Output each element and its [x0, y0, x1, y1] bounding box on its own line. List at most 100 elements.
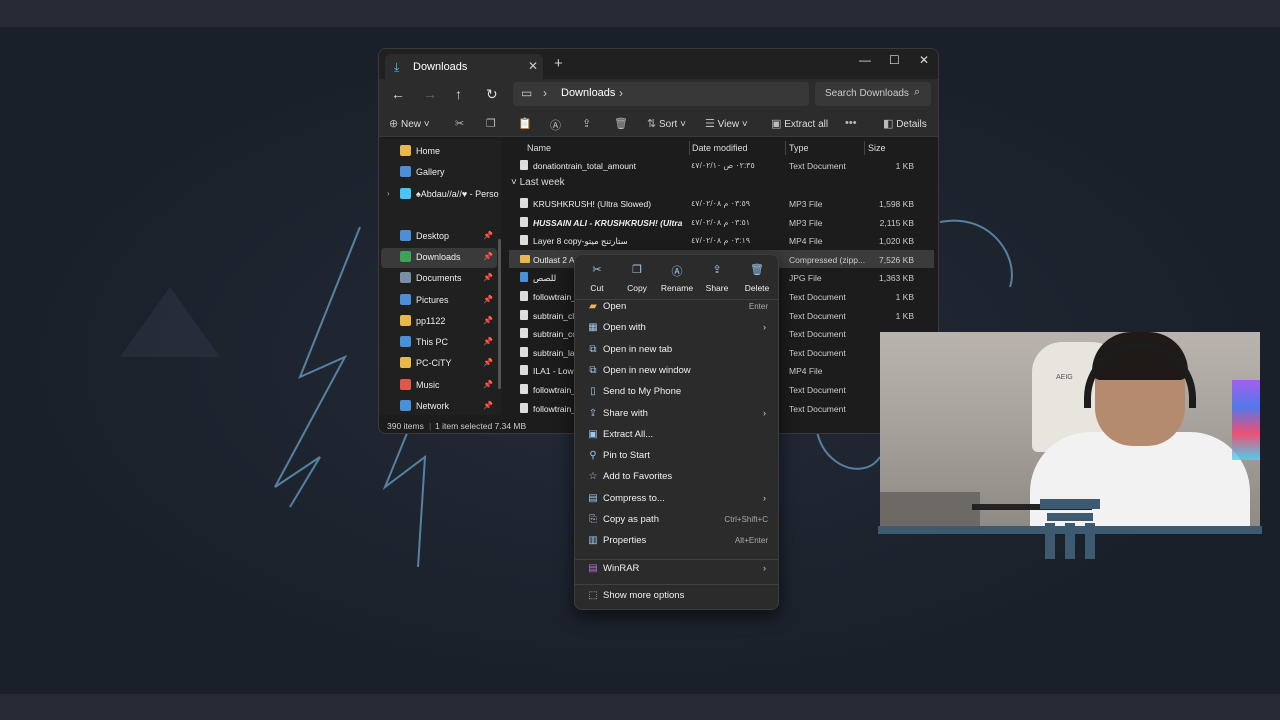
- download-icon: ⤓: [394, 60, 400, 74]
- sidebar-item[interactable]: › ♠Abdau//a//♥ - Perso: [381, 185, 499, 205]
- search-box[interactable]: Search Downloads ⌕: [815, 82, 931, 106]
- sidebar-item[interactable]: Music 📌: [381, 376, 497, 396]
- text-file-icon: [520, 160, 528, 170]
- tab-title: Downloads: [413, 61, 468, 73]
- copy-button[interactable]: ❐ Copy: [617, 263, 657, 299]
- plus-circle-icon: ⊕: [389, 118, 399, 130]
- ellipsis-icon: •••: [845, 117, 857, 129]
- close-window-button[interactable]: ✕: [919, 53, 929, 67]
- pin-icon[interactable]: 📌: [483, 337, 493, 346]
- compress-icon: ▤: [588, 492, 598, 504]
- sidebar-item[interactable]: Home: [381, 142, 497, 162]
- sidebar-item[interactable]: Network 📌: [381, 397, 497, 417]
- table-row[interactable]: Layer 8 copy-ستارتنج ميتو ٠٣:١٩ م ٤٧/٠٢/٠…: [509, 231, 934, 249]
- sidebar-item[interactable]: PC-CiTY 📌: [381, 354, 497, 374]
- maximize-button[interactable]: ☐: [889, 53, 900, 67]
- tab-downloads[interactable]: ⤓ Downloads ✕: [385, 54, 543, 80]
- column-separator[interactable]: [864, 141, 865, 155]
- delete-button[interactable]: 🗑 Delete: [737, 263, 777, 299]
- sidebar-item[interactable]: Downloads 📌: [381, 248, 497, 268]
- column-separator[interactable]: [785, 141, 786, 155]
- column-date[interactable]: Date modified: [692, 143, 748, 153]
- more-options-button[interactable]: •••: [845, 117, 857, 129]
- sidebar-scrollbar[interactable]: [498, 239, 501, 389]
- table-row[interactable]: HUSSAIN ALI - KRUSHKRUSH! (Ultra S... ٠٣:…: [509, 213, 934, 231]
- new-tab-button[interactable]: +: [554, 55, 563, 72]
- column-size[interactable]: Size: [868, 143, 886, 153]
- menu-item-label: Add to Favorites: [603, 471, 673, 483]
- new-button[interactable]: ⊕ New ˅: [389, 117, 430, 130]
- share-button[interactable]: ⇪ Share: [697, 263, 737, 299]
- menu-item-add-to-favorites[interactable]: ☆ Add to Favorites: [579, 467, 776, 488]
- forward-arrow-icon[interactable]: →: [423, 86, 437, 102]
- extract-all-button[interactable]: ▣ Extract all: [771, 117, 828, 130]
- pin-icon[interactable]: 📌: [483, 401, 493, 410]
- sidebar-item[interactable]: pp1122 📌: [381, 312, 497, 332]
- table-row[interactable]: donationtrain_total_amount ٠٢:٣٥ ص ٤٧/٠٢…: [509, 156, 934, 174]
- menu-item-pin-to-start[interactable]: ⚲ Pin to Start: [579, 446, 776, 467]
- sidebar-item[interactable]: This PC 📌: [381, 333, 497, 353]
- command-bar: ⊕ New ˅ ✂ ❐ 📋 Ⓐ ⇪ 🗑 ⇅ Sort ˅ ☰ View ˅ ▣ …: [379, 113, 938, 137]
- menu-item-extract-all[interactable]: ▣ Extract All...: [579, 425, 776, 446]
- chevron-right-icon: ›: [619, 86, 623, 100]
- menu-item-open-in-new-window[interactable]: ⧉ Open in new window: [579, 361, 776, 382]
- menu-item-send-to-my-phone[interactable]: ▯ Send to My Phone: [579, 382, 776, 403]
- pin-icon[interactable]: 📌: [483, 358, 493, 367]
- pin-icon[interactable]: 📌: [483, 316, 493, 325]
- view-button[interactable]: ☰ View ˅: [705, 117, 748, 130]
- rename-button[interactable]: Ⓐ Rename: [657, 263, 697, 299]
- cut-toolbar-button[interactable]: ✂: [455, 117, 464, 130]
- menu-item-copy-as-path[interactable]: ⎘ Copy as path Ctrl+Shift+C: [579, 510, 776, 531]
- column-separator[interactable]: [689, 141, 690, 155]
- quick-action-label: Share: [705, 283, 729, 293]
- file-date: ٠٣:٥٩ م ٤٧/٠٢/٠٨: [691, 199, 751, 208]
- minimize-button[interactable]: —: [859, 53, 871, 67]
- address-bar[interactable]: ▭ › Downloads ›: [513, 82, 809, 106]
- chevron-right-icon[interactable]: ›: [387, 189, 390, 198]
- file-name: donationtrain_total_amount: [533, 161, 637, 171]
- top-bar: [0, 0, 1280, 27]
- column-name[interactable]: Name: [527, 143, 551, 153]
- menu-item-open-with[interactable]: ▦ Open with ›: [579, 318, 776, 339]
- sidebar-item[interactable]: Pictures 📌: [381, 291, 497, 311]
- path-icon: ⎘: [589, 514, 597, 525]
- sidebar-item[interactable]: Gallery: [381, 163, 497, 183]
- menu-item-compress-to[interactable]: ▤ Compress to... ›: [579, 489, 776, 510]
- menu-item-share-with[interactable]: ⇪ Share with ›: [579, 404, 776, 425]
- pin-icon[interactable]: 📌: [483, 231, 493, 240]
- menu-item-winrar[interactable]: ▤ WinRAR ›: [579, 559, 776, 580]
- sidebar-item[interactable]: Documents 📌: [381, 269, 497, 289]
- trash-icon: 🗑: [614, 118, 628, 130]
- pin-icon[interactable]: 📌: [483, 252, 493, 261]
- folder-icon: [400, 315, 411, 326]
- back-arrow-icon[interactable]: ←: [391, 86, 405, 102]
- sort-label: Sort: [659, 119, 678, 130]
- share-toolbar-button[interactable]: ⇪: [582, 117, 591, 130]
- menu-item-label: Extract All...: [603, 428, 654, 440]
- up-arrow-icon[interactable]: ↑: [455, 86, 462, 102]
- pin-icon[interactable]: 📌: [483, 295, 493, 304]
- rgb-lights: [1232, 380, 1260, 460]
- sidebar-item[interactable]: Desktop 📌: [381, 227, 497, 247]
- table-row[interactable]: KRUSHKRUSH! (Ultra Slowed) ٠٣:٥٩ م ٤٧/٠٢/…: [509, 194, 934, 212]
- close-tab-icon[interactable]: ✕: [528, 59, 538, 73]
- more-options-icon: ⬚: [588, 590, 598, 601]
- menu-item-properties[interactable]: ▥ Properties Alt+Enter: [579, 531, 776, 552]
- documents-icon: [400, 272, 411, 283]
- sort-button[interactable]: ⇅ Sort ˅: [647, 117, 686, 130]
- rename-toolbar-button[interactable]: Ⓐ: [550, 117, 561, 133]
- pin-icon[interactable]: 📌: [483, 380, 493, 389]
- menu-item-show-more-options[interactable]: ⬚ Show more options: [579, 586, 776, 607]
- menu-item-open-in-new-tab[interactable]: ⧉ Open in new tab: [579, 340, 776, 361]
- menu-item-open[interactable]: ▰ Open Enter: [579, 297, 776, 318]
- refresh-icon[interactable]: ↻: [486, 86, 498, 103]
- delete-toolbar-button[interactable]: 🗑: [614, 117, 628, 130]
- group-header[interactable]: ˅ Last week: [511, 177, 565, 188]
- details-button[interactable]: ◧ Details: [883, 117, 927, 130]
- column-type[interactable]: Type: [789, 143, 809, 153]
- quick-action-label: Cut: [590, 283, 604, 293]
- paste-toolbar-button[interactable]: 📋: [518, 117, 532, 130]
- copy-toolbar-button[interactable]: ❐: [486, 117, 496, 130]
- cut-button[interactable]: ✂ Cut: [577, 263, 617, 299]
- pin-icon[interactable]: 📌: [483, 273, 493, 282]
